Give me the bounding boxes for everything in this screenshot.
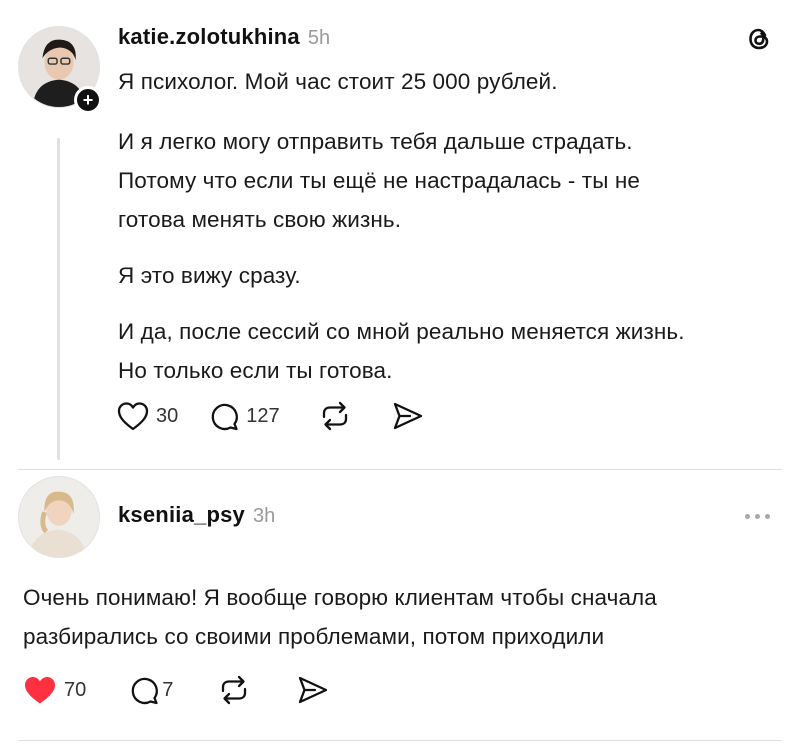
reply-comment-button[interactable]: 7: [128, 674, 173, 706]
reply-count: 127: [246, 404, 280, 427]
post-line: готова менять свою жизнь.: [118, 207, 402, 232]
bottom-divider: [18, 740, 782, 741]
reply-reply-count: 7: [162, 678, 174, 701]
post-line: Но только если ты готова.: [118, 358, 393, 383]
post-username[interactable]: katie.zolotukhina: [118, 24, 300, 50]
post-line: И я легко могу отправить тебя дальше стр…: [118, 129, 633, 154]
comment-icon: [131, 677, 159, 705]
share-icon: [299, 676, 328, 704]
reply-actions: 70 7: [22, 674, 329, 706]
repost-button[interactable]: [318, 400, 352, 432]
reply-like-count: 70: [64, 678, 87, 701]
post-body: Я психолог. Мой час стоит 25 000 рублей.…: [118, 62, 685, 390]
comment-icon: [211, 403, 239, 431]
post-line: Потому что если ты ещё не настрадалась -…: [118, 168, 640, 193]
post-line: Я это вижу сразу.: [118, 263, 301, 288]
reply-username[interactable]: kseniia_psy: [118, 502, 245, 528]
comment-button[interactable]: 127: [208, 400, 280, 432]
thread-connector-line: [57, 138, 60, 460]
post-line: И да, после сессий со мной реально меняе…: [118, 319, 685, 344]
reply-header: kseniia_psy 3h: [118, 502, 275, 528]
repost-icon: [222, 675, 247, 705]
threads-logo-icon[interactable]: [744, 24, 774, 54]
post-time: 5h: [307, 27, 331, 49]
reply-time: 3h: [252, 505, 276, 527]
repost-icon: [322, 401, 347, 431]
more-icon[interactable]: [745, 514, 770, 519]
reply-author-avatar[interactable]: [18, 476, 100, 558]
heart-filled-icon: [25, 677, 55, 704]
heart-icon: [117, 402, 149, 431]
share-icon: [393, 402, 422, 430]
reply-line: Очень понимаю! Я вообще говорю клиентам …: [23, 585, 657, 610]
like-count: 30: [156, 404, 179, 427]
post-divider: [18, 469, 782, 470]
post-actions: 30 127: [116, 400, 424, 432]
follow-plus-icon[interactable]: +: [74, 86, 102, 114]
post-header: katie.zolotukhina 5h: [118, 24, 330, 50]
reply-repost-button[interactable]: [217, 674, 251, 706]
share-button[interactable]: [390, 400, 424, 432]
like-button[interactable]: 30: [116, 400, 178, 432]
reply-body: Очень понимаю! Я вообще говорю клиентам …: [23, 578, 657, 656]
reply-author-photo: [19, 477, 99, 557]
post-line: Я психолог. Мой час стоит 25 000 рублей.: [118, 69, 558, 94]
reply-share-button[interactable]: [295, 674, 329, 706]
reply-like-button[interactable]: 70: [22, 674, 86, 706]
reply-line: разбирались со своими проблемами, потом …: [23, 624, 605, 649]
